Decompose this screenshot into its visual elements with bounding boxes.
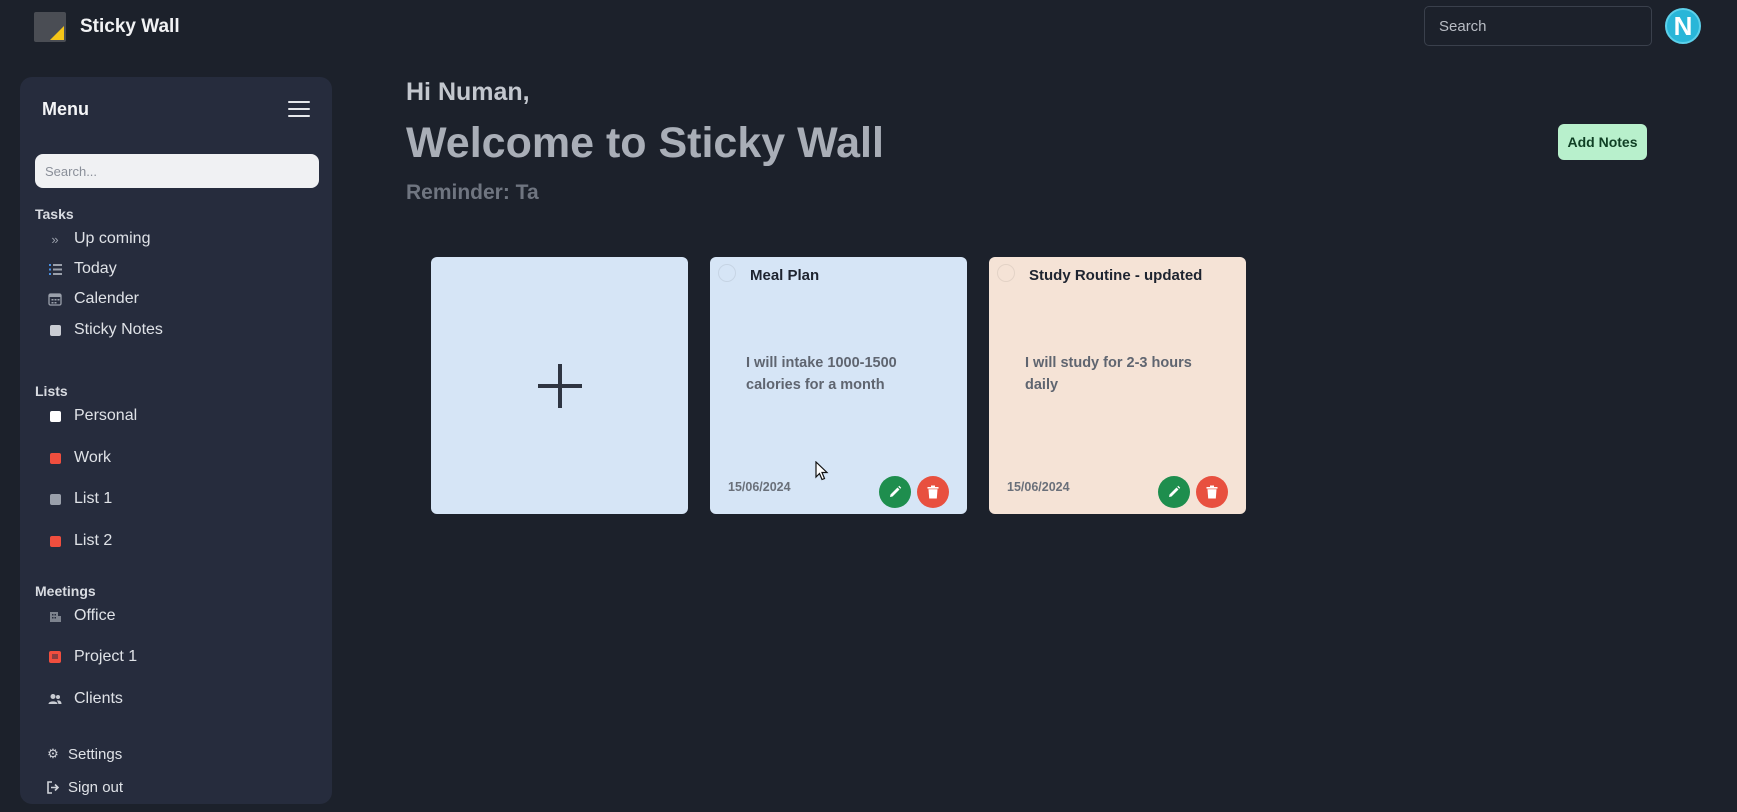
trash-icon [1206,485,1218,499]
plus-icon [537,363,582,408]
search-input[interactable] [1424,6,1652,46]
mouse-cursor-icon [815,461,829,481]
note-checkbox[interactable] [718,264,736,282]
note-title: Meal Plan [750,267,820,284]
section-meetings: Meetings [35,583,96,599]
red-square-icon [48,534,62,548]
edit-note-button[interactable] [1158,476,1190,508]
sidebar-item-upcoming[interactable]: » Up coming [48,226,150,252]
delete-note-button[interactable] [1196,476,1228,508]
white-square-icon [48,409,62,423]
section-lists: Lists [35,383,68,399]
sidebar-item-calender[interactable]: Calender [48,286,139,312]
sidebar-item-project-1[interactable]: Project 1 [48,644,137,670]
sidebar-item-label: Office [74,607,116,624]
reminder-text: Reminder: Ta [406,181,539,204]
sidebar-item-work[interactable]: Work [48,445,111,471]
pencil-icon [890,485,902,497]
greeting: Hi Numan, [406,78,530,106]
pencil-icon [1169,485,1181,497]
sidebar-item-list-1[interactable]: List 1 [48,486,112,512]
sticky-wall-logo-icon [34,12,66,42]
sidebar-item-clients[interactable]: Clients [48,686,123,712]
sign-out-icon [46,780,60,794]
gray-square-icon [48,492,62,506]
signout-label: Sign out [68,778,124,796]
section-tasks: Tasks [35,206,74,222]
sidebar-item-label: Personal [74,407,138,424]
note-body: I will study for 2-3 hours daily [1025,355,1192,393]
edit-note-button[interactable] [879,476,911,508]
app-title: Sticky Wall [80,16,180,37]
note-card[interactable]: Study Routine - updated I will study for… [989,257,1246,514]
sidebar-item-label: Sticky Notes [74,321,163,338]
building-icon [48,609,62,623]
gear-icon: ⚙ [47,746,59,761]
note-card[interactable]: Meal Plan I will intake 1000-1500 calori… [710,257,967,514]
note-checkbox[interactable] [997,264,1015,282]
note-title: Study Routine - updated [1029,267,1203,284]
red-square-icon [48,451,62,465]
avatar[interactable]: N [1665,8,1701,44]
sidebar-item-label: Calender [74,290,139,307]
note-date: 15/06/2024 [728,480,791,494]
page-title: Welcome to Sticky Wall [406,119,884,167]
sidebar-item-list-2[interactable]: List 2 [48,528,112,554]
add-note-card[interactable] [431,257,688,514]
delete-note-button[interactable] [917,476,949,508]
sidebar-search-input[interactable] [35,154,319,188]
sticky-note-icon [48,323,62,337]
note-body: I will intake 1000-1500 calories for a m… [746,355,897,393]
sidebar-item-office[interactable]: Office [48,603,116,629]
project-icon [48,650,62,664]
settings-label: Settings [68,745,123,763]
trash-icon [927,485,939,499]
hamburger-menu-icon[interactable] [288,101,310,117]
sidebar-item-sticky-notes[interactable]: Sticky Notes [48,317,163,343]
sidebar-item-personal[interactable]: Personal [48,403,137,429]
sidebar-item-label: Project 1 [74,648,138,665]
settings-link[interactable]: ⚙ Settings [46,742,122,766]
brand[interactable]: Sticky Wall [34,12,180,42]
sidebar-item-label: Today [74,260,117,277]
sidebar-item-label: Clients [74,690,123,707]
users-icon [48,692,62,706]
sidebar-item-label: List 1 [74,490,113,507]
sidebar-item-label: List 2 [74,532,113,549]
signout-link[interactable]: Sign out [46,775,123,799]
sidebar-item-today[interactable]: Today [48,256,117,282]
sidebar: Menu Tasks » Up coming Today Calender St… [20,77,332,804]
double-chevron-right-icon: » [51,231,59,247]
sidebar-item-label: Up coming [74,230,151,247]
sidebar-item-label: Work [74,449,112,466]
add-notes-button[interactable]: Add Notes [1558,124,1647,160]
menu-title: Menu [42,99,89,119]
list-icon [48,262,62,276]
calendar-icon [48,292,62,306]
note-date: 15/06/2024 [1007,480,1070,494]
top-bar: Sticky Wall N [0,0,1737,56]
